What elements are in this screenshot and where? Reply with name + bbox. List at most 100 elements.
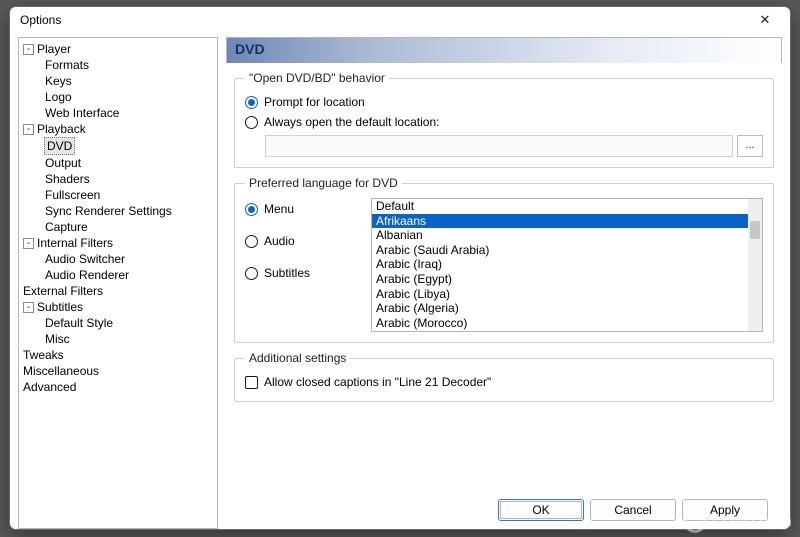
tree-item-capture[interactable]: Capture	[43, 219, 213, 235]
tree-item-misc[interactable]: Misc	[43, 331, 213, 347]
tree-label[interactable]: Keys	[45, 73, 72, 89]
closed-captions-row[interactable]: Allow closed captions in "Line 21 Decode…	[245, 375, 763, 389]
radio-menu-label[interactable]: Menu	[264, 202, 294, 216]
tree-item-sync-renderer-settings[interactable]: Sync Renderer Settings	[43, 203, 213, 219]
tree-item-tweaks[interactable]: Tweaks	[21, 347, 215, 363]
language-item[interactable]: Default	[372, 199, 748, 214]
preferred-language-body: Menu Audio Subtitles	[245, 198, 763, 332]
tree-label[interactable]: Audio Renderer	[45, 267, 129, 283]
tree-label[interactable]: Fullscreen	[45, 187, 100, 203]
tree-item-advanced[interactable]: Advanced	[21, 379, 215, 395]
tree-label[interactable]: Playback	[37, 121, 86, 137]
language-item[interactable]: Arabic (Algeria)	[372, 301, 748, 316]
options-dialog: Options ✕ -PlayerFormatsKeysLogoWeb Inte…	[9, 6, 791, 530]
tree-label[interactable]: Capture	[45, 219, 88, 235]
radio-always-label[interactable]: Always open the default location:	[264, 115, 439, 129]
tree-label[interactable]: Subtitles	[37, 299, 83, 315]
collapse-icon[interactable]: -	[23, 302, 34, 313]
tree-label[interactable]: Miscellaneous	[23, 363, 99, 379]
tree-item-logo[interactable]: Logo	[43, 89, 213, 105]
tree-label[interactable]: Formats	[45, 57, 89, 73]
language-item[interactable]: Arabic (Libya)	[372, 287, 748, 302]
collapse-icon[interactable]: -	[23, 44, 34, 55]
language-scrollbar[interactable]	[748, 199, 762, 331]
tree-item-fullscreen[interactable]: Fullscreen	[43, 187, 213, 203]
tree-item-audio-switcher[interactable]: Audio Switcher	[43, 251, 213, 267]
radio-always[interactable]	[245, 116, 258, 129]
collapse-icon[interactable]: -	[23, 238, 34, 249]
closed-captions-label[interactable]: Allow closed captions in "Line 21 Decode…	[264, 375, 491, 389]
tree-item-internal-filters[interactable]: -Internal FiltersAudio SwitcherAudio Ren…	[21, 235, 215, 283]
additional-settings-legend: Additional settings	[245, 351, 350, 365]
apply-button[interactable]: Apply	[682, 499, 768, 521]
tree-label[interactable]: Web Interface	[45, 105, 119, 121]
tree-label[interactable]: Player	[37, 41, 71, 57]
radio-prompt-row[interactable]: Prompt for location	[245, 95, 763, 109]
tree-item-playback[interactable]: -PlaybackDVDOutputShadersFullscreenSync …	[21, 121, 215, 235]
dialog-body: -PlayerFormatsKeysLogoWeb Interface-Play…	[10, 33, 790, 529]
radio-menu[interactable]	[245, 203, 258, 216]
tree-label[interactable]: Audio Switcher	[45, 251, 125, 267]
preferred-language-legend: Preferred language for DVD	[245, 176, 402, 190]
settings-panel: "Open DVD/BD" behavior Prompt for locati…	[226, 63, 782, 491]
tree-label[interactable]: Shaders	[45, 171, 90, 187]
tree-item-dvd[interactable]: DVD	[43, 137, 213, 155]
preferred-language-group: Preferred language for DVD Menu Audio	[234, 176, 774, 343]
tree-item-external-filters[interactable]: External Filters	[21, 283, 215, 299]
radio-audio-label[interactable]: Audio	[264, 234, 295, 248]
default-location-input[interactable]	[265, 135, 733, 157]
content-pane: DVD "Open DVD/BD" behavior Prompt for lo…	[226, 37, 782, 529]
sidebar-tree[interactable]: -PlayerFormatsKeysLogoWeb Interface-Play…	[18, 37, 218, 529]
tree-item-shaders[interactable]: Shaders	[43, 171, 213, 187]
tree-label[interactable]: Internal Filters	[37, 235, 113, 251]
tree-item-audio-renderer[interactable]: Audio Renderer	[43, 267, 213, 283]
language-list[interactable]: DefaultAfrikaansAlbanianArabic (Saudi Ar…	[372, 199, 748, 331]
tree-item-default-style[interactable]: Default Style	[43, 315, 213, 331]
radio-subtitles[interactable]	[245, 267, 258, 280]
radio-prompt-label[interactable]: Prompt for location	[264, 95, 365, 109]
language-item[interactable]: Arabic (Iraq)	[372, 257, 748, 272]
ok-button[interactable]: OK	[498, 499, 584, 521]
tree-label[interactable]: Logo	[45, 89, 72, 105]
radio-always-row[interactable]: Always open the default location:	[245, 115, 763, 129]
closed-captions-checkbox[interactable]	[245, 376, 258, 389]
tree-label[interactable]: Misc	[45, 331, 70, 347]
tree-item-output[interactable]: Output	[43, 155, 213, 171]
tree-item-web-interface[interactable]: Web Interface	[43, 105, 213, 121]
tree-item-subtitles[interactable]: -SubtitlesDefault StyleMisc	[21, 299, 215, 347]
language-item[interactable]: Afrikaans	[372, 214, 748, 229]
default-location-row: ...	[265, 135, 763, 157]
tree-label[interactable]: Default Style	[45, 315, 113, 331]
browse-button[interactable]: ...	[737, 135, 763, 157]
close-button[interactable]: ✕	[750, 9, 780, 31]
radio-menu-row[interactable]: Menu	[245, 202, 355, 216]
tree-label[interactable]: DVD	[44, 137, 75, 155]
titlebar: Options ✕	[10, 7, 790, 33]
additional-settings-group: Additional settings Allow closed caption…	[234, 351, 774, 402]
open-behavior-group: "Open DVD/BD" behavior Prompt for locati…	[234, 71, 774, 168]
collapse-icon[interactable]: -	[23, 124, 34, 135]
radio-audio[interactable]	[245, 235, 258, 248]
tree-label[interactable]: Advanced	[23, 379, 76, 395]
radio-subtitles-row[interactable]: Subtitles	[245, 266, 355, 280]
language-item[interactable]: Arabic (Saudi Arabia)	[372, 243, 748, 258]
tree-item-miscellaneous[interactable]: Miscellaneous	[21, 363, 215, 379]
radio-subtitles-label[interactable]: Subtitles	[264, 266, 310, 280]
tree-item-player[interactable]: -PlayerFormatsKeysLogoWeb Interface	[21, 41, 215, 121]
tree-label[interactable]: Sync Renderer Settings	[45, 203, 172, 219]
close-icon: ✕	[760, 12, 771, 28]
scrollbar-thumb[interactable]	[750, 221, 760, 239]
radio-prompt[interactable]	[245, 96, 258, 109]
language-item[interactable]: Albanian	[372, 228, 748, 243]
tree-item-formats[interactable]: Formats	[43, 57, 213, 73]
language-list-wrap: DefaultAfrikaansAlbanianArabic (Saudi Ar…	[371, 198, 763, 332]
tree-label[interactable]: Tweaks	[23, 347, 64, 363]
language-item[interactable]: Arabic (Egypt)	[372, 272, 748, 287]
cancel-button[interactable]: Cancel	[590, 499, 676, 521]
tree-label[interactable]: External Filters	[23, 283, 103, 299]
tree-label[interactable]: Output	[45, 155, 81, 171]
tree-item-keys[interactable]: Keys	[43, 73, 213, 89]
language-item[interactable]: Arabic (Morocco)	[372, 316, 748, 331]
page-header: DVD	[226, 37, 782, 63]
radio-audio-row[interactable]: Audio	[245, 234, 355, 248]
